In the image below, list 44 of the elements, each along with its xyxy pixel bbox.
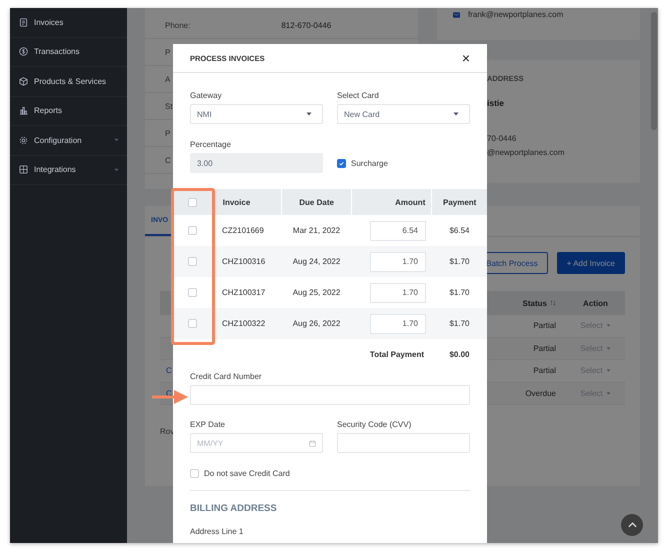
column-header: Action	[582, 298, 609, 308]
due-date-cell-text: Mar 21, 2022	[292, 226, 342, 235]
section-heading: BILLING ADDRESS	[190, 503, 278, 514]
field-label: P	[165, 48, 170, 56]
status-cell-text: Overdue	[524, 388, 557, 398]
due-date-cell-text: Aug 24, 2022	[292, 257, 342, 266]
payment-cell-text: $1.70	[448, 257, 471, 266]
field-label: Phone:	[165, 20, 190, 30]
invoice-cell-text: CHZ100322	[221, 319, 266, 328]
field-label: Select Card	[337, 91, 380, 100]
invoice-cell-text: CHZ100316	[221, 257, 266, 266]
field-label: St	[165, 102, 173, 110]
field-value: 812-670-0446	[281, 20, 332, 30]
total-label: Total Payment	[370, 350, 424, 358]
field-label: C	[165, 156, 171, 164]
column-header: Amount	[350, 189, 432, 215]
field-label: Gateway	[190, 91, 223, 100]
column-header: Due Date	[281, 189, 351, 215]
total-value: $0.00	[448, 350, 471, 358]
status-cell-text: Partial	[532, 321, 557, 330]
email-text: frank@newportplanes.com	[468, 10, 564, 19]
field-label: A	[165, 74, 170, 84]
checkbox-label: Do not save Credit Card	[204, 469, 290, 478]
checkbox-label: Surcharge	[351, 158, 388, 168]
status-cell-text: Partial	[532, 344, 557, 353]
field-label: Credit Card Number	[190, 372, 263, 381]
invoice-cell-text: CHZ100317	[221, 288, 266, 297]
field-label: Security Code (CVV)	[337, 420, 412, 429]
status-cell-text: Partial	[532, 366, 557, 376]
contact-name: istie	[487, 98, 504, 108]
payment-cell-text: $1.70	[448, 288, 471, 297]
column-header: Invoice	[212, 189, 282, 215]
email-text: @newportplanes.com	[487, 148, 564, 157]
payment-cell-text: $1.70	[448, 319, 471, 328]
field-label: Percentage	[190, 140, 232, 149]
payment-cell-text: $6.54	[448, 226, 471, 235]
invoice-cell-text: CZ2101669	[221, 226, 265, 235]
field-label: EXP Date	[190, 420, 226, 429]
field-label: Address Line 1	[190, 527, 244, 536]
field-label: P	[165, 128, 170, 138]
due-date-cell-text: Aug 25, 2022	[292, 288, 342, 297]
column-header: Payment	[431, 189, 487, 215]
due-date-cell-text: Aug 26, 2022	[292, 319, 342, 328]
phone-text: 70-0446	[487, 134, 516, 143]
